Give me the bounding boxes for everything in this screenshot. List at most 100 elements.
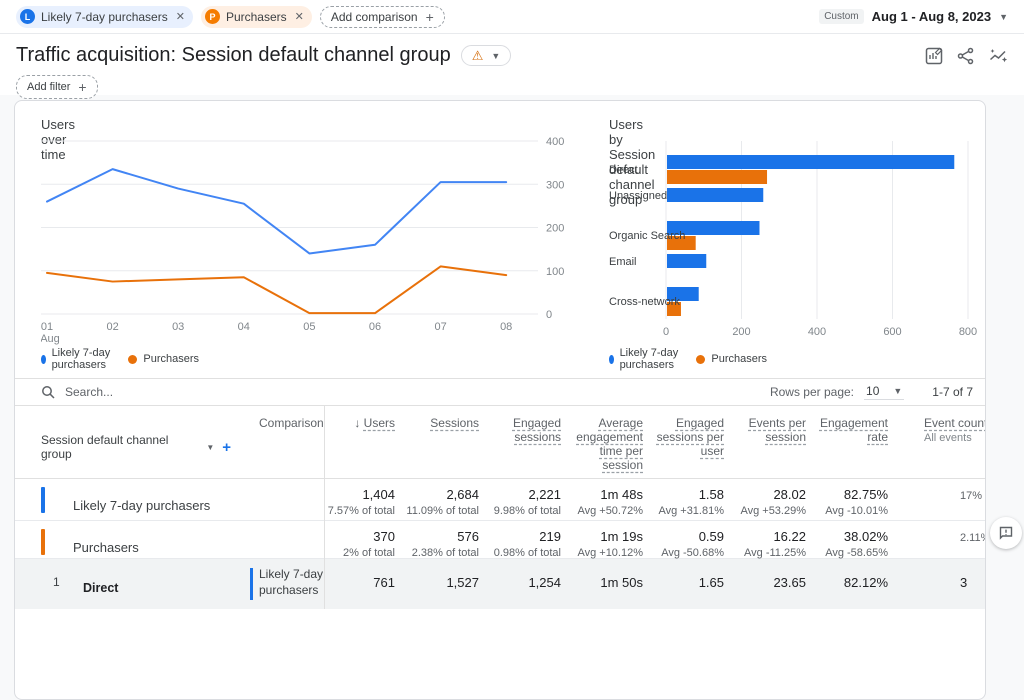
column-header-sub: All events: [924, 432, 986, 444]
insights-icon[interactable]: [989, 47, 1008, 65]
legend-item: Purchasers: [128, 347, 199, 371]
metric-subtext: 7.57% of total: [325, 505, 395, 517]
svg-text:Cross-network: Cross-network: [609, 296, 680, 308]
date-range-label: Aug 1 - Aug 8, 2023: [872, 9, 991, 24]
chevron-down-icon: ▼: [491, 51, 500, 61]
table-row-direct[interactable]: 1 Direct Likely 7-day purchasers 7611,52…: [15, 559, 986, 609]
metric-value: 1,404: [325, 487, 395, 502]
dimension-cell: 1 Direct: [15, 559, 231, 609]
data-quality-button[interactable]: ⚠ ▼: [461, 45, 512, 66]
metric-subtext: Avg +10.12%: [561, 547, 643, 559]
svg-text:400: 400: [808, 326, 826, 338]
metric-subtext: Avg -50.68%: [643, 547, 724, 559]
bar-chart-legend: Likely 7-day purchasers Purchasers: [609, 347, 767, 371]
metric-cell: 82.75%Avg -10.01%: [806, 479, 888, 523]
metric-subtext: Avg +31.81%: [643, 505, 724, 517]
column-header-average-engagement-time-per-session[interactable]: Average engagement time per session: [561, 406, 643, 478]
metric-value: 16.22: [724, 529, 806, 544]
column-header-label: Engagement rate: [820, 416, 888, 444]
chevron-down-icon: ▼: [999, 12, 1008, 22]
svg-text:300: 300: [546, 179, 564, 191]
report-card: Users over time 010020030040001Aug020304…: [14, 100, 986, 700]
svg-text:03: 03: [172, 321, 184, 333]
metric-subtext: 2.38% of total: [395, 547, 479, 559]
add-dimension-icon[interactable]: +: [222, 439, 231, 456]
column-header-engagement-rate[interactable]: Engagement rate: [806, 406, 888, 478]
metric-value: 1m 48s: [561, 487, 643, 502]
legend-label: Likely 7-day purchasers: [620, 347, 679, 371]
legend-label: Purchasers: [143, 353, 199, 365]
metric-value: 0.59: [643, 529, 724, 544]
customize-report-icon[interactable]: [925, 47, 943, 65]
metric-subtext: 2% of total: [325, 547, 395, 559]
metric-subtext: Avg +50.72%: [561, 505, 643, 517]
line-chart-plot[interactable]: 010020030040001Aug02030405060708: [41, 137, 581, 349]
metric-subtext: Avg +53.29%: [724, 505, 806, 517]
column-header-comparison: Comparison: [231, 406, 325, 478]
search-icon: [41, 385, 55, 399]
close-icon[interactable]: ✕: [295, 10, 304, 23]
svg-text:06: 06: [369, 321, 381, 333]
page-header: L Likely 7-day purchasers ✕ P Purchasers…: [0, 0, 1024, 95]
svg-text:04: 04: [238, 321, 250, 333]
legend-item: Purchasers: [696, 347, 767, 371]
column-header-dimension[interactable]: Session default channel group ▼ +: [15, 406, 231, 478]
summary-row-likely-7-day-purchasers: Likely 7-day purchasers 1,404 7.57% of to…: [15, 479, 986, 521]
comparison-chip-label: Likely 7-day purchasers: [41, 10, 168, 24]
metric-value: 2,684: [395, 487, 479, 502]
metric-cell: 82.12%: [806, 559, 888, 609]
search-input[interactable]: Search...: [41, 385, 770, 399]
date-range-selector[interactable]: Custom Aug 1 - Aug 8, 2023 ▼: [819, 9, 1008, 24]
column-header-users[interactable]: ↓ Users: [325, 406, 395, 478]
svg-text:200: 200: [732, 326, 750, 338]
bar-chart-plot[interactable]: 0200400600800DirectUnassignedOrganic Sea…: [609, 137, 986, 349]
legend-dot-icon: [609, 355, 614, 364]
metric-value: 370: [325, 529, 395, 544]
column-header-engaged-sessions-per-user[interactable]: Engaged sessions per user: [643, 406, 724, 478]
svg-text:600: 600: [883, 326, 901, 338]
legend-dot-icon: [128, 355, 137, 364]
rows-per-page-select[interactable]: 10 ▼: [864, 384, 904, 400]
add-comparison-button[interactable]: Add comparison +: [320, 6, 445, 28]
rows-per-page-value: 10: [866, 384, 879, 398]
legend-dot-icon: [696, 355, 705, 364]
column-header-label: Users: [364, 416, 395, 430]
report-title-row: Traffic acquisition: Session default cha…: [0, 34, 1024, 67]
summary-name: Purchasers: [15, 527, 231, 555]
column-header-label: Events per session: [749, 416, 806, 444]
metric-cell: 1m 48s Avg +50.72%: [561, 479, 643, 523]
legend-dot-icon: [41, 355, 46, 364]
metric-subtext: 11.09% of total: [395, 505, 479, 517]
comparison-chip-likely-7-day-purchasers[interactable]: L Likely 7-day purchasers ✕: [16, 6, 193, 28]
legend-label: Purchasers: [711, 353, 767, 365]
comparison-value: Likely 7-day purchasers: [259, 567, 323, 597]
feedback-button[interactable]: [990, 517, 1022, 549]
metric-value: 23.65: [724, 575, 806, 590]
metric-value: 28.02: [724, 487, 806, 502]
svg-text:Email: Email: [609, 256, 637, 268]
comparison-chip-purchasers[interactable]: P Purchasers ✕: [201, 6, 312, 28]
metric-subtext: Avg -10.01%: [806, 505, 888, 517]
table-toolbar: Search... Rows per page: 10 ▼ 1-7 of 7: [15, 378, 986, 405]
column-header-sessions[interactable]: Sessions: [395, 406, 479, 478]
legend-label: Likely 7-day purchasers: [52, 347, 111, 371]
svg-text:Direct: Direct: [609, 164, 638, 176]
metric-cell: 761: [325, 559, 395, 609]
metric-cell: 2,2219.98% of total: [479, 479, 561, 523]
chevron-down-icon: ▼: [206, 443, 214, 452]
close-icon[interactable]: ✕: [176, 10, 185, 23]
metric-value: 1.65: [643, 575, 724, 590]
svg-text:400: 400: [546, 137, 564, 148]
column-header-event-count[interactable]: Event count All events: [888, 406, 986, 478]
column-header-events-per-session[interactable]: Events per session: [724, 406, 806, 478]
share-icon[interactable]: [957, 47, 975, 65]
column-header-engaged-sessions[interactable]: Engaged sessions: [479, 406, 561, 478]
column-header-label: Average engagement time per session: [576, 416, 643, 472]
column-header-label: Event count: [924, 416, 986, 430]
add-filter-button[interactable]: Add filter +: [16, 75, 98, 99]
summary-dimension-cell: Likely 7-day purchasers: [15, 479, 231, 523]
svg-text:02: 02: [106, 321, 118, 333]
metric-subtext: Avg -58.65%: [806, 547, 888, 559]
metric-value: 3: [960, 575, 986, 590]
metric-value: 1.58: [643, 487, 724, 502]
